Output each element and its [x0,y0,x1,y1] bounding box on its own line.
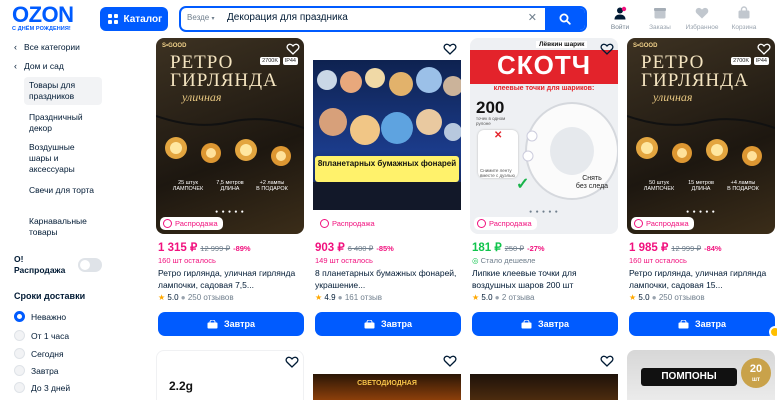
product-image[interactable]: S•GOOD РЕТРО ГИРЛЯНДА уличная 2700K IP44… [156,38,304,234]
stock-label: ◎ Стало дешевле [472,256,536,265]
delivery-title: Сроки доставки [14,291,86,301]
product-image[interactable]: S•GOOD РЕТРО ГИРЛЯНДА уличная 2700K IP44… [627,38,775,234]
stock-label: 160 шт осталось [629,256,687,265]
ozon-logo[interactable]: OZON С ДНЁМ РОЖДЕНИЯ! [12,2,74,33]
star-icon: ★ [315,293,323,302]
sale-badge: Распродажа [474,217,537,230]
sidebar-home-garden[interactable]: ‹ Дом и сад [14,61,64,72]
delivery-option-3-days[interactable]: До 3 дней [14,382,70,393]
product-title[interactable]: Ретро гирлянда, уличная гирлянда лампочк… [629,267,775,291]
user-icon [614,6,627,20]
rating[interactable]: ★ 5.0 ● 250 отзывов [158,293,234,302]
product-card-bottom[interactable]: СВЕТОДИОДНАЯ [313,350,461,400]
filters-sidebar: ‹ Все категории ‹ Дом и сад Товары для пра… [0,38,112,400]
garland-bulbs [156,115,304,166]
search-button[interactable] [545,8,585,30]
favorite-heart-icon[interactable] [443,354,457,368]
image-pager-dots[interactable]: ● ● ● ● ● [470,209,618,215]
product-card-bottom[interactable]: 2.2g [156,350,304,400]
sidebar-item-carnival[interactable]: Карнавальные товары [24,213,102,241]
delivery-option-today[interactable]: Сегодня [14,348,64,359]
favorite-heart-icon[interactable] [285,355,299,369]
heart-icon [695,7,709,19]
add-to-cart-button[interactable]: Завтра [315,312,461,336]
sale-badge: Распродажа [631,217,694,230]
star-icon: ★ [472,293,480,302]
search-bar[interactable]: Везде ▾ Декорация для праздника ✕ [179,6,587,32]
star-icon: ★ [158,293,166,302]
sidebar-item-cake-candles[interactable]: Свечи для торта [24,182,102,199]
promo-icon [769,326,777,338]
favorites-button[interactable]: Избранное [685,6,719,31]
planet-lanterns [313,67,461,210]
product-card-bottom[interactable] [470,350,618,400]
price: 181 ₽250 ₽ -27% [472,242,545,254]
search-icon [559,13,571,25]
price: 903 ₽6 400 ₽ -85% [315,242,394,254]
product-grid: S•GOOD РЕТРО ГИРЛЯНДА уличная 2700K IP44… [112,38,777,400]
sidebar-item-balloons[interactable]: Воздушные шары и аксессуары [24,139,102,178]
price: 1 985 ₽12 999 ₽ -84% [629,242,722,254]
cart-icon [738,6,750,19]
price-down-icon: ◎ [472,256,479,265]
image-caption: 8планетарных бумажных фонарей [315,156,459,182]
orders-button[interactable]: Заказы [643,6,677,31]
favorite-heart-icon[interactable] [286,42,300,56]
logo-text: OZON [12,2,74,27]
box-icon [654,8,666,19]
rating[interactable]: ★ 5.0 ● 2 отзыва [472,293,534,302]
sale-badge: Распродажа [317,217,380,230]
rating[interactable]: ★ 4.9 ● 161 отзыв [315,293,382,302]
cart-icon [364,319,375,328]
price: 1 315 ₽12 999 ₽ -89% [158,242,251,254]
logo-subtitle: С ДНЁМ РОЖДЕНИЯ! [12,26,71,32]
favorite-heart-icon[interactable] [600,354,614,368]
cart-button[interactable]: Корзина [727,6,761,31]
sidebar-item-party-goods[interactable]: Товары для праздников [24,77,102,105]
favorite-heart-icon[interactable] [443,42,457,56]
product-title[interactable]: Липкие клеевые точки для воздушных шаров… [472,267,618,291]
sale-toggle-label: О! Распродажа [14,254,66,275]
catalog-button[interactable]: Каталог [100,7,168,31]
sale-toggle[interactable] [78,258,102,272]
product-image[interactable]: Лёвкин шарик СКОТЧ клеевые точки для шар… [470,38,618,234]
login-button[interactable]: Войти [603,6,637,31]
cart-icon [207,319,218,328]
header: OZON С ДНЁМ РОЖДЕНИЯ! Каталог Везде ▾ Де… [0,0,777,38]
product-card-bottom[interactable]: ПОМПОНЫ 20 шт [627,350,775,400]
add-to-cart-button[interactable]: Завтра [472,312,618,336]
search-scope-select[interactable]: Везде ▾ [187,13,214,22]
catalog-label: Каталог [123,13,163,25]
garland-bulbs [627,115,775,166]
grid-icon [108,14,118,24]
sidebar-all-categories[interactable]: ‹ Все категории [14,42,80,53]
delivery-option-any[interactable]: Неважно [14,311,66,322]
sale-badge: Распродажа [160,217,223,230]
search-input[interactable]: Декорация для праздника [227,12,348,23]
sidebar-item-holiday-decor[interactable]: Праздничный декор [24,109,102,137]
favorite-heart-icon[interactable] [600,42,614,56]
cart-icon [521,319,532,328]
delivery-option-tomorrow[interactable]: Завтра [14,365,59,376]
count-badge: 20 шт [741,358,771,388]
product-image[interactable]: 8планетарных бумажных фонарей ● ● ● ● ● … [313,38,461,234]
add-to-cart-button[interactable]: Завтра [158,312,304,336]
star-icon: ★ [629,293,637,302]
rating[interactable]: ★ 5.0 ● 250 отзывов [629,293,705,302]
favorite-heart-icon[interactable] [757,42,771,56]
stock-label: 160 шт осталось [158,256,216,265]
image-pager-dots[interactable]: ● ● ● ● ● [313,209,461,215]
stock-label: 149 шт осталось [315,256,373,265]
product-title[interactable]: 8 планетарных бумажных фонарей, украшени… [315,267,461,291]
cart-icon [678,319,689,328]
clear-icon[interactable]: ✕ [528,11,537,24]
product-title[interactable]: Ретро гирлянда, уличная гирлянда лампочк… [158,267,304,291]
image-pager-dots[interactable]: ● ● ● ● ● [156,209,304,215]
delivery-option-1-hour[interactable]: От 1 часа [14,330,69,341]
add-to-cart-button[interactable]: Завтра [629,312,775,336]
image-pager-dots[interactable]: ● ● ● ● ● [627,209,775,215]
